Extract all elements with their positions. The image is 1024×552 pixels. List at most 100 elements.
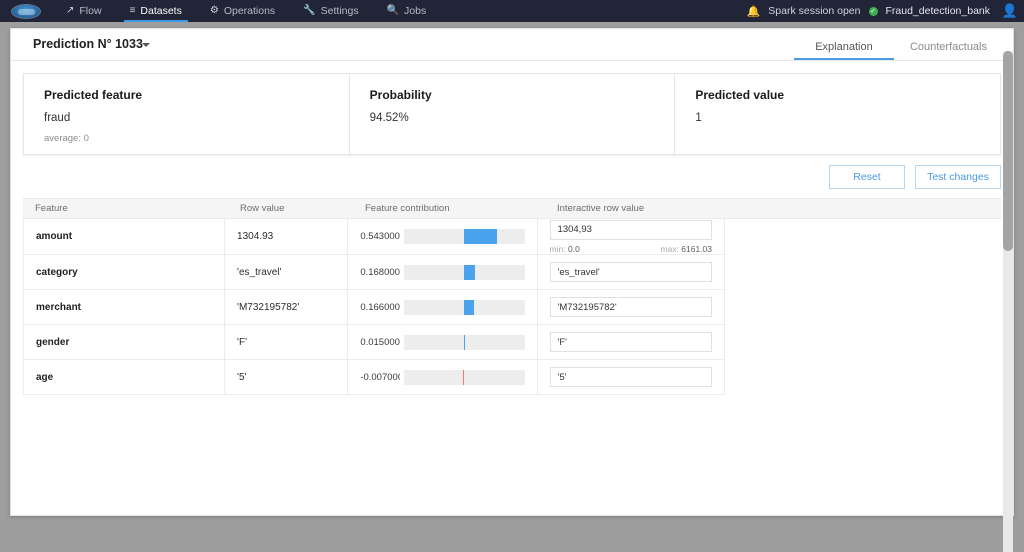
search-jobs-icon: 🔍 xyxy=(386,5,400,16)
contribution-bar-track xyxy=(404,299,525,315)
nav-item-operations[interactable]: ⚙ Operations xyxy=(196,0,289,22)
list-icon: ≡ xyxy=(129,5,136,16)
contribution-value-text: -0.007000 xyxy=(360,371,401,383)
min-value: 0.0 xyxy=(567,243,580,254)
contribution-bar xyxy=(464,299,475,315)
interactive-value-input[interactable]: '5' xyxy=(549,367,712,387)
cell-feature-name: category xyxy=(23,255,226,289)
value-range-labels: min: 0.0 max: 6161.03 xyxy=(550,244,712,254)
interactive-value-input[interactable]: 'M732195782' xyxy=(549,297,712,317)
contribution-value-text: 0.015000 xyxy=(360,336,400,348)
column-header-feature: Feature xyxy=(35,203,68,214)
spark-session-status: Spark session open xyxy=(768,5,861,17)
summary-predicted-feature: Predicted feature fraud average: 0 xyxy=(24,74,349,154)
action-buttons: Reset Test changes xyxy=(23,165,1001,189)
table-header-row: Feature Row value Feature contribution Inte… xyxy=(23,198,1001,219)
cell-feature-contribution: -0.007000 xyxy=(348,360,538,394)
contribution-value-text: 0.168000 xyxy=(360,266,400,278)
user-avatar-icon[interactable]: 👤 xyxy=(1002,3,1018,19)
min-label: min: 0.0 xyxy=(550,244,580,254)
top-navigation-bar: ↗ Flow ≡ Datasets ⚙ Operations 🔧 Settings 🔍 Jobs … xyxy=(0,0,1024,22)
table-row: amount 1304.93 0.543000 1304,93 min: 0.0 max:… xyxy=(23,219,725,255)
cell-feature-name: age xyxy=(23,360,226,394)
reset-button[interactable]: Reset xyxy=(829,165,905,189)
vertical-scrollbar[interactable] xyxy=(1003,51,1013,552)
table-row: age '5' -0.007000'5' xyxy=(23,360,725,395)
tab-explanation[interactable]: Explanation xyxy=(793,41,894,60)
feature-contribution-table: Feature Row value Feature contribution Inte… xyxy=(23,198,1001,395)
min-label-text: min: xyxy=(549,243,566,254)
summary-probability: Probability 94.52% xyxy=(348,74,675,154)
wrench-icon: 🔧 xyxy=(303,5,316,16)
tab-counterfactuals[interactable]: Counterfactuals xyxy=(894,41,1003,60)
nav-item-jobs[interactable]: 🔍 Jobs xyxy=(373,0,441,22)
interactive-value-input[interactable]: 'F' xyxy=(549,332,712,352)
test-changes-button[interactable]: Test changes xyxy=(915,165,1001,189)
cell-feature-name: amount xyxy=(23,219,226,254)
nav-item-label: Operations xyxy=(223,5,276,17)
dataiku-logo-icon xyxy=(11,3,41,19)
predicted-value-value: 1 xyxy=(695,112,702,124)
dataiku-logo[interactable] xyxy=(0,0,52,22)
predicted-feature-average: average: 0 xyxy=(44,133,89,144)
max-label-text: max: xyxy=(660,243,679,254)
cell-feature-contribution: 0.543000 xyxy=(348,219,538,254)
prediction-summary-card: Predicted feature fraud average: 0 Proba… xyxy=(23,73,1001,155)
probability-title: Probability xyxy=(369,88,432,102)
cell-interactive-row-value: 'F' xyxy=(538,325,725,359)
predicted-value-title: Predicted value xyxy=(695,88,785,102)
cell-feature-contribution: 0.168000 xyxy=(348,255,538,289)
nav-item-datasets[interactable]: ≡ Datasets xyxy=(116,0,196,22)
summary-predicted-value: Predicted value 1 xyxy=(674,74,1000,154)
nav-item-label: Jobs xyxy=(404,5,427,17)
cell-row-value: 1304.93 xyxy=(225,219,349,254)
interactive-value-input[interactable]: 'es_travel' xyxy=(549,262,712,282)
column-header-interactive-row-value: Interactive row value xyxy=(557,203,645,214)
chevron-down-icon[interactable] xyxy=(142,43,150,47)
nav-item-label: Datasets xyxy=(140,5,182,17)
nav-item-label: Settings xyxy=(320,5,359,17)
cell-row-value: 'M732195782' xyxy=(225,290,349,324)
contribution-bar xyxy=(463,369,465,385)
interactive-value-input[interactable]: 1304,93 xyxy=(549,219,712,240)
page-header: Prediction N° 1033 Explanation Counterfac… xyxy=(11,29,1013,61)
nav-item-label: Flow xyxy=(79,5,102,17)
contribution-value-text: 0.543000 xyxy=(360,231,400,242)
contribution-bar xyxy=(464,229,498,244)
cell-row-value: 'es_travel' xyxy=(225,255,349,289)
table-body: amount 1304.93 0.543000 1304,93 min: 0.0 max:… xyxy=(23,219,1001,395)
column-header-row-value: Row value xyxy=(240,203,285,214)
prediction-page-card: Prediction N° 1033 Explanation Counterfac… xyxy=(10,28,1014,552)
nav-item-flow[interactable]: ↗ Flow xyxy=(52,0,116,22)
cell-row-value: '5' xyxy=(225,360,349,394)
scrollbar-thumb[interactable] xyxy=(1003,51,1013,251)
column-header-feature-contribution: Feature contribution xyxy=(365,203,450,214)
max-label: max: 6161.03 xyxy=(660,244,712,254)
contribution-bar xyxy=(464,264,475,280)
cell-feature-name: gender xyxy=(23,325,226,359)
cell-interactive-row-value: 'M732195782' xyxy=(538,290,725,324)
probability-value: 94.52% xyxy=(369,112,409,124)
predicted-feature-title: Predicted feature xyxy=(44,88,143,102)
chart-line-icon: ↗ xyxy=(66,5,75,16)
cell-feature-contribution: 0.015000 xyxy=(348,325,538,359)
predicted-feature-value: fraud xyxy=(44,112,71,124)
project-name[interactable]: Fraud_detection_bank xyxy=(886,5,991,17)
table-row: gender 'F' 0.015000 'F' xyxy=(23,325,725,360)
gear-icon: ⚙ xyxy=(209,5,219,16)
notification-bell-icon[interactable]: 🔔 xyxy=(747,5,761,18)
contribution-bar xyxy=(464,334,466,350)
contribution-bar-track xyxy=(404,264,525,280)
table-row: category'es_travel' 0.168000'es_travel' xyxy=(23,255,725,290)
cell-feature-name: merchant xyxy=(23,290,226,324)
nav-item-settings[interactable]: 🔧 Settings xyxy=(289,0,372,22)
contribution-bar-track xyxy=(404,334,525,350)
page-title: Prediction N° 1033 xyxy=(33,37,143,51)
contribution-bar-track xyxy=(404,229,525,244)
tab-bar: Explanation Counterfactuals xyxy=(793,28,1003,60)
cell-row-value: 'F' xyxy=(225,325,349,359)
max-value: 6161.03 xyxy=(681,243,712,254)
main-nav: ↗ Flow ≡ Datasets ⚙ Operations 🔧 Settings 🔍 Jobs xyxy=(52,0,440,22)
table-row: merchant 'M732195782' 0.166000 'M732195782' xyxy=(23,290,725,325)
status-ok-icon: ✓ xyxy=(868,6,878,16)
